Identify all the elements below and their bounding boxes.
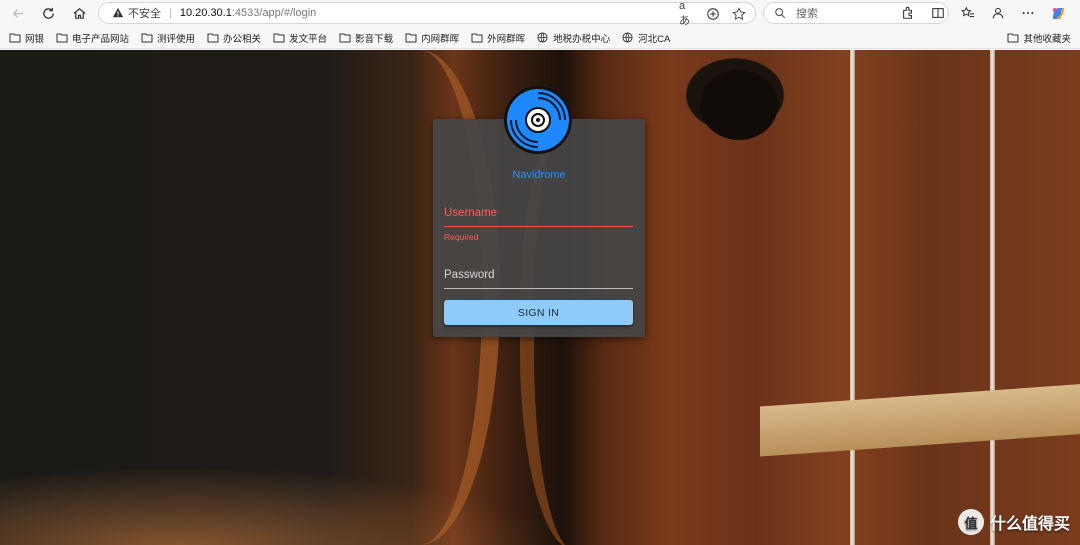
password-label: Password — [444, 269, 495, 281]
refresh-icon[interactable] — [36, 2, 60, 24]
bookmark-label: 测评使用 — [157, 33, 196, 45]
bookmark-label: 内网群晖 — [421, 33, 460, 45]
back-arrow-icon[interactable] — [6, 2, 30, 24]
bookmark-item[interactable]: 办公相关 — [204, 29, 264, 47]
profile-icon[interactable] — [986, 2, 1010, 24]
username-label: Username — [444, 207, 498, 219]
bookmark-label: 外网群晖 — [487, 33, 526, 45]
search-placeholder: 搜索 — [796, 8, 818, 20]
browser-toolbar: 不安全 | 10.20.30.1 :4533/app/#/login aあ 搜索 — [0, 0, 1080, 27]
background-f-hole — [700, 70, 778, 140]
bookmark-item[interactable]: 影音下载 — [336, 29, 396, 47]
globe-icon — [537, 32, 549, 43]
bookmark-item[interactable]: 地税办税中心 — [534, 29, 613, 47]
watermark-text: 什么值得买 — [989, 516, 1070, 533]
folder-icon — [471, 32, 483, 43]
bookmark-label: 影音下载 — [355, 33, 394, 45]
bookmark-label: 发文平台 — [289, 33, 328, 45]
background-glow — [0, 460, 600, 545]
username-required-helper: Required — [444, 232, 479, 242]
insecure-label: 不安全 — [128, 8, 161, 20]
watermark: 值 什么值得买 — [957, 509, 1070, 535]
folder-icon — [339, 32, 351, 43]
bookmarks-bar: 网银 电子产品网站 测评使用 办公相关 发文平台 影音下载 内网群晖 外网群晖 … — [0, 27, 1080, 49]
folder-icon — [141, 32, 153, 43]
home-icon[interactable] — [67, 2, 91, 24]
folder-icon — [405, 32, 417, 43]
bookmark-label: 办公相关 — [223, 33, 262, 45]
username-field[interactable]: Username — [444, 207, 633, 227]
other-bookmarks[interactable]: 其他收藏夹 — [1004, 29, 1074, 47]
bookmark-label: 电子产品网站 — [72, 33, 130, 45]
favorites-icon[interactable] — [956, 2, 980, 24]
copilot-icon[interactable] — [1046, 2, 1070, 24]
folder-icon — [9, 32, 21, 43]
bookmark-item[interactable]: 电子产品网站 — [53, 29, 132, 47]
bookmark-label: 河北CA — [638, 33, 671, 45]
background-string — [990, 50, 995, 545]
folder-icon — [1007, 32, 1019, 43]
globe-icon — [622, 32, 634, 43]
more-options-icon[interactable] — [1016, 2, 1040, 24]
bookmark-item[interactable]: 发文平台 — [270, 29, 330, 47]
other-bookmarks-label: 其他收藏夹 — [1023, 33, 1071, 45]
folder-icon — [273, 32, 285, 43]
extensions-icon[interactable] — [896, 2, 920, 24]
bookmark-item[interactable]: 内网群晖 — [402, 29, 462, 47]
address-bar[interactable]: 不安全 | 10.20.30.1 :4533/app/#/login aあ — [98, 0, 756, 27]
address-divider: | — [169, 7, 172, 19]
favorite-star-icon[interactable] — [731, 6, 747, 21]
warning-icon[interactable] — [111, 7, 124, 20]
login-page-background: Navidrome Username Required Password SIG… — [0, 50, 1080, 545]
background-string — [850, 50, 855, 545]
password-field[interactable]: Password — [444, 269, 633, 289]
bookmark-item[interactable]: 网银 — [6, 29, 47, 47]
folder-icon — [56, 32, 68, 43]
translate-icon[interactable] — [705, 6, 721, 21]
watermark-badge: 值 — [957, 509, 984, 535]
folder-icon — [207, 32, 219, 43]
split-screen-icon[interactable] — [926, 2, 950, 24]
url-path: :4533/app/#/login — [231, 7, 317, 19]
bookmark-item[interactable]: 外网群晖 — [468, 29, 528, 47]
password-underline — [444, 288, 633, 289]
read-aloud-icon[interactable]: aあ — [679, 0, 695, 27]
bookmark-label: 网银 — [25, 33, 45, 45]
vinyl-record-icon — [504, 86, 572, 154]
sign-in-button[interactable]: SIGN IN — [444, 300, 633, 325]
bookmark-item[interactable]: 测评使用 — [138, 29, 198, 47]
bookmark-item[interactable]: 河北CA — [619, 29, 673, 47]
background-bridge — [760, 383, 1080, 457]
url-host: 10.20.30.1 — [179, 7, 232, 19]
username-underline — [444, 225, 633, 227]
search-icon — [774, 6, 788, 20]
app-name: Navidrome — [512, 169, 566, 181]
bookmark-label: 地税办税中心 — [553, 33, 611, 45]
